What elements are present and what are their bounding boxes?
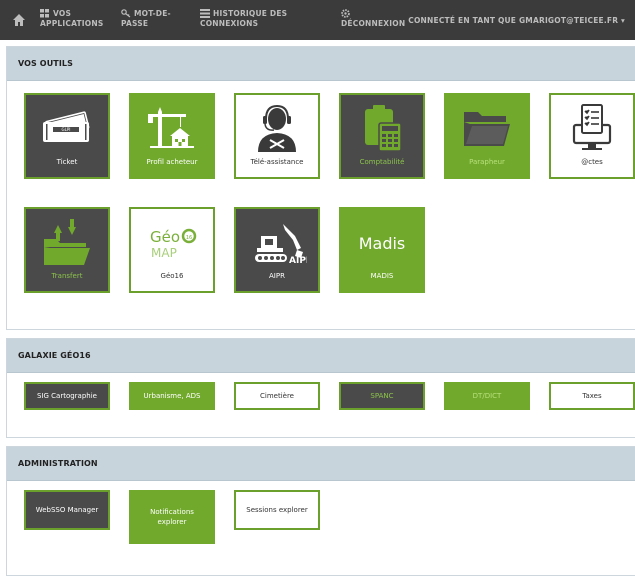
key-icon	[121, 9, 131, 18]
nav-logout[interactable]: DÉCONNEXION	[341, 9, 405, 29]
tile-profil-acheteur-label: Profil acheteur	[146, 158, 198, 166]
gear-icon	[341, 9, 350, 18]
tile-parapheur[interactable]: Parapheur	[444, 93, 530, 179]
nav-user-label: CONNECTÉ EN TANT QUE GMARIGOT@TEICEE.FR	[408, 16, 619, 25]
dt-dict-button[interactable]: DT/DICT	[444, 382, 530, 410]
urbanisme-ads-button[interactable]: Urbanisme, ADS	[129, 382, 215, 410]
ticket-icon: GLPI	[26, 103, 108, 153]
excavator-icon: AIPR	[236, 217, 318, 267]
caret-down-icon: ▾	[621, 16, 625, 25]
nav-apps-line2: APPLICATIONS	[40, 19, 104, 28]
taxes-button[interactable]: Taxes	[549, 382, 635, 410]
tile-aipr-label: AIPR	[269, 272, 285, 280]
nav-password-line2: PASSE	[121, 19, 149, 28]
crane-icon	[131, 103, 213, 153]
tile-tele-assistance-label: Télé-assistance	[250, 158, 304, 166]
spanc-button[interactable]: SPANC	[339, 382, 425, 410]
nav-history[interactable]: HISTORIQUE DES CONNEXIONS	[200, 9, 287, 29]
tile-transfert[interactable]: Transfert	[24, 207, 110, 293]
tile-madis[interactable]: Madis MADIS	[339, 207, 425, 293]
nav-apps[interactable]: VOS APPLICATIONS	[40, 9, 103, 29]
tools-panel-title: VOS OUTILS	[7, 47, 635, 81]
folder-icon	[446, 103, 528, 153]
nav-apps-line1: VOS	[53, 9, 72, 18]
tile-actes[interactable]: @ctes	[549, 93, 635, 179]
svg-text:GLPI: GLPI	[62, 127, 71, 132]
tile-profil-acheteur[interactable]: Profil acheteur	[129, 93, 215, 179]
geo-panel-title: GALAXIE GÉO16	[7, 339, 635, 373]
svg-text:Madis: Madis	[359, 234, 406, 253]
cimetiere-button[interactable]: Cimetière	[234, 382, 320, 410]
websso-manager-button[interactable]: WebSSO Manager	[24, 490, 110, 530]
tile-madis-label: MADIS	[370, 272, 394, 280]
home-icon[interactable]	[12, 13, 26, 27]
notifications-explorer-button[interactable]: Notifications explorer	[129, 490, 215, 544]
tile-geo16-label: Géo16	[160, 272, 184, 280]
tile-tele-assistance[interactable]: Télé-assistance	[234, 93, 320, 179]
nav-logout-label: DÉCONNEXION	[341, 19, 406, 28]
grid-icon	[40, 9, 49, 18]
geo16-logo: Géo 16 MAP	[131, 217, 213, 267]
nav-history-line2: CONNEXIONS	[200, 19, 259, 28]
tile-comptabilite-label: Comptabilité	[359, 158, 405, 166]
monitor-checklist-icon	[551, 103, 633, 153]
nav-history-line1: HISTORIQUE DES	[213, 9, 288, 18]
tile-parapheur-label: Parapheur	[469, 158, 505, 166]
madis-logo: Madis	[341, 217, 423, 267]
svg-text:16: 16	[186, 235, 192, 241]
tile-ticket-label: Ticket	[56, 158, 78, 166]
calculator-icon	[341, 103, 423, 153]
admin-panel-title: ADMINISTRATION	[7, 447, 635, 481]
tile-transfert-label: Transfert	[51, 272, 83, 280]
tile-ticket[interactable]: GLPI Ticket	[24, 93, 110, 179]
tile-actes-label: @ctes	[581, 158, 603, 166]
tile-comptabilite[interactable]: Comptabilité	[339, 93, 425, 179]
sessions-explorer-button[interactable]: Sessions explorer	[234, 490, 320, 530]
nav-password[interactable]: MOT-DE- PASSE	[121, 9, 171, 29]
sig-cartographie-button[interactable]: SIG Cartographie	[24, 382, 110, 410]
list-icon	[200, 9, 210, 18]
svg-text:Géo: Géo	[150, 228, 180, 246]
headset-icon	[236, 103, 318, 153]
nav-user-menu[interactable]: CONNECTÉ EN TANT QUE GMARIGOT@TEICEE.FR …	[408, 16, 625, 25]
svg-text:AIPR: AIPR	[289, 256, 307, 266]
svg-text:MAP: MAP	[151, 246, 177, 260]
folder-transfer-icon	[26, 217, 108, 267]
top-navbar: VOS APPLICATIONS MOT-DE- PASSE HISTORIQU…	[0, 0, 635, 40]
tile-geo16[interactable]: Géo 16 MAP Géo16	[129, 207, 215, 293]
nav-password-line1: MOT-DE-	[134, 9, 171, 18]
tile-aipr[interactable]: AIPR AIPR	[234, 207, 320, 293]
